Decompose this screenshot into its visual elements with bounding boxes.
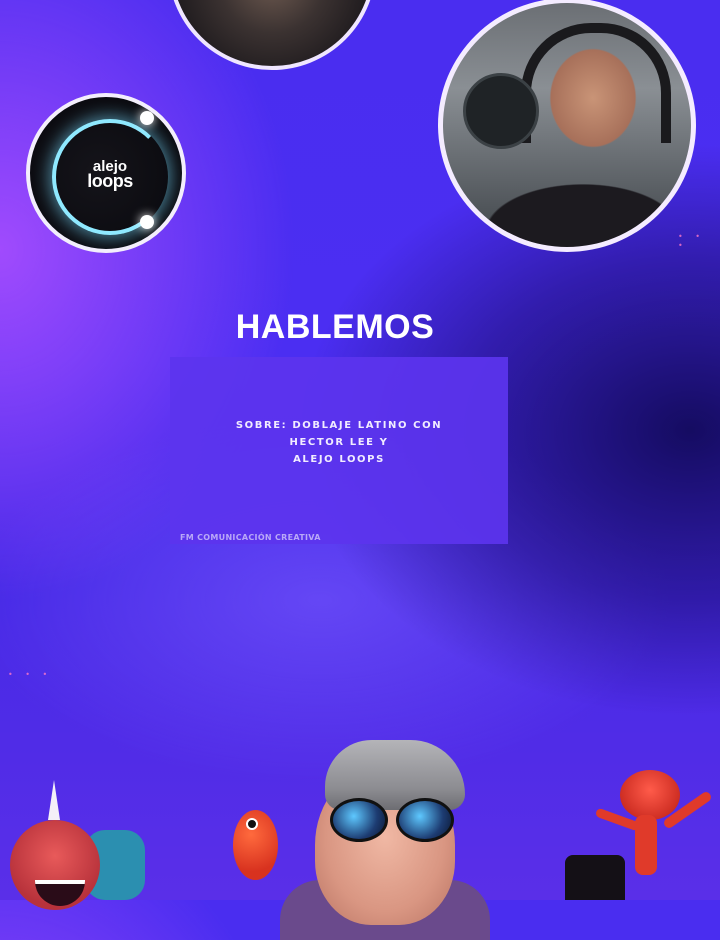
logo-dot-icon bbox=[140, 111, 154, 125]
sunglasses-icon bbox=[330, 798, 460, 842]
headphones-icon bbox=[521, 23, 671, 143]
credit-text: FM COMUNICACIÓN CREATIVA bbox=[180, 533, 321, 542]
logo-line-2: loops bbox=[87, 171, 133, 191]
puppet-character bbox=[565, 770, 720, 900]
monster-horn-icon bbox=[48, 780, 60, 820]
top-hat bbox=[565, 855, 625, 900]
alejo-loops-logo: alejo loops bbox=[26, 93, 186, 253]
info-line-2: HECTOR LEE Y bbox=[289, 437, 389, 448]
info-box: SOBRE: DOBLAJE LATINO CON HECTOR LEE Y A… bbox=[170, 357, 508, 544]
decorative-dots: • • • bbox=[678, 232, 705, 250]
guest-photo-top bbox=[168, 0, 376, 70]
info-text: SOBRE: DOBLAJE LATINO CON HECTOR LEE Y A… bbox=[170, 417, 508, 468]
puppet-head bbox=[620, 770, 680, 820]
parrot-character bbox=[228, 800, 288, 880]
logo-text: alejo loops bbox=[70, 159, 150, 191]
guest-photo-bottom bbox=[280, 720, 490, 940]
parrot-eye bbox=[246, 818, 258, 830]
monster-character bbox=[0, 780, 145, 910]
microphone-icon bbox=[463, 73, 539, 149]
info-line-3: ALEJO LOOPS bbox=[293, 454, 385, 465]
guest-photo-right bbox=[438, 0, 696, 252]
bottom-scene bbox=[0, 700, 720, 940]
info-line-1: SOBRE: DOBLAJE LATINO CON bbox=[235, 420, 443, 431]
lens-left bbox=[330, 798, 388, 842]
headline: HABLEMOS bbox=[235, 308, 435, 346]
decorative-dots: • • • bbox=[8, 670, 53, 679]
logo-dot-icon bbox=[140, 215, 154, 229]
lens-right bbox=[396, 798, 454, 842]
